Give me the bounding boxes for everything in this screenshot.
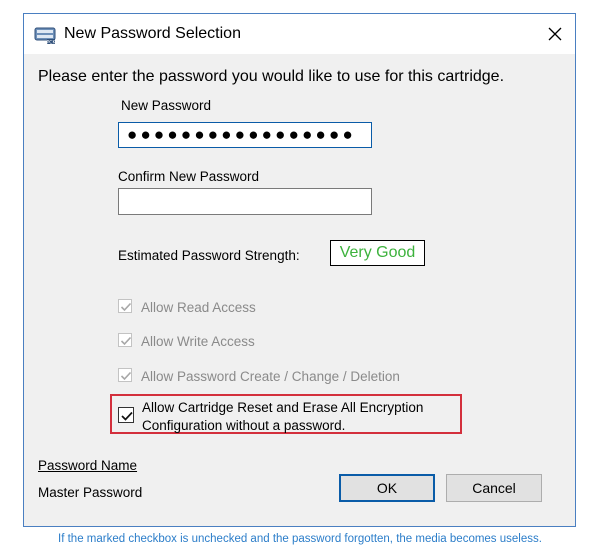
write-access-checkbox[interactable] [118,333,132,347]
strength-value: Very Good [339,244,416,261]
password-management-label: Allow Password Create / Change / Deletio… [141,369,400,384]
new-password-field[interactable]: ●●●●●●●●●●●●●●●●● [118,122,372,148]
caption-text: If the marked checkbox is unchecked and … [58,533,542,545]
reset-label: Allow Cartridge Reset and Erase All Encr… [142,399,423,435]
password-name-value: Master Password [38,485,143,500]
svg-text:PCK: PCK [47,39,56,44]
read-access-checkbox[interactable] [118,299,132,313]
password-dialog: PCK New Password Selection Please enter … [23,13,576,527]
close-icon [548,27,562,41]
checkmark-icon [121,411,133,421]
confirm-password-label: Confirm New Password [118,169,260,184]
cancel-button[interactable]: Cancel [446,474,542,502]
strength-label: Estimated Password Strength: [118,248,300,263]
strength-indicator: Very Good [330,240,425,266]
ok-button[interactable]: OK [339,474,435,502]
password-name-heading: Password Name [38,458,138,473]
reset-label-line2: Configuration without a password. [142,418,346,433]
new-password-label: New Password [121,98,212,113]
reset-label-line1: Allow Cartridge Reset and Erase All Encr… [142,400,424,415]
checkmark-icon [120,371,132,381]
checkmark-icon [120,302,132,312]
password-management-checkbox[interactable] [118,368,132,382]
read-access-label: Allow Read Access [141,300,256,315]
checkmark-icon [120,336,132,346]
password-management-option[interactable]: Allow Password Create / Change / Deletio… [118,368,400,386]
title-bar: PCK New Password Selection [24,14,575,54]
window-title: New Password Selection [64,25,241,42]
write-access-option[interactable]: Allow Write Access [118,333,255,351]
write-access-label: Allow Write Access [141,334,255,349]
read-access-option[interactable]: Allow Read Access [118,299,256,317]
instruction-text: Please enter the password you would like… [38,68,505,85]
cartridge-lock-icon: PCK [34,24,56,45]
close-button[interactable] [543,22,567,46]
confirm-password-field[interactable] [118,188,372,215]
new-password-value: ●●●●●●●●●●●●●●●●● [127,125,356,144]
reset-checkbox[interactable] [118,407,134,423]
reset-option[interactable]: Allow Cartridge Reset and Erase All Encr… [118,399,423,435]
